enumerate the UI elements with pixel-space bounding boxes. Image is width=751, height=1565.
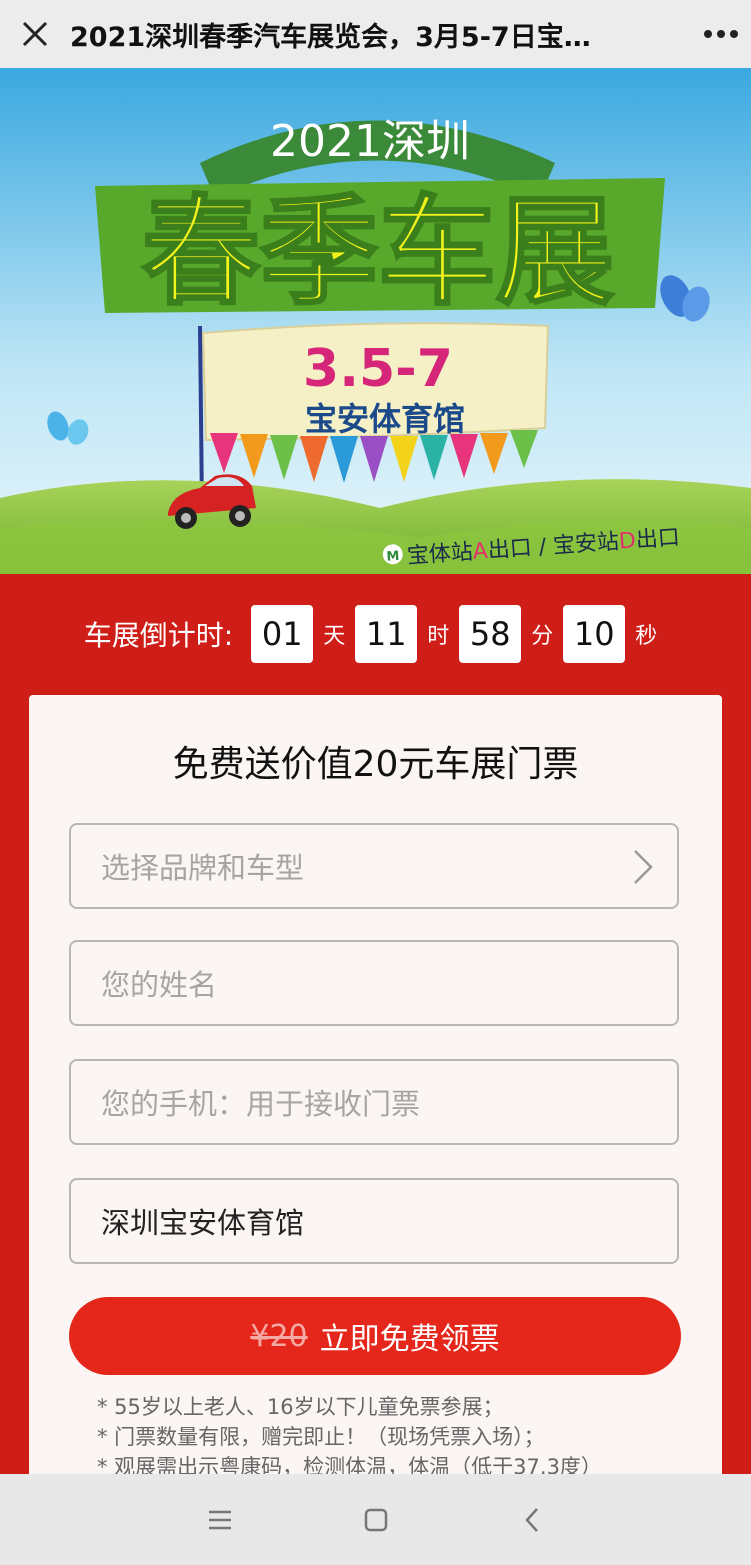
page-title: 2021深圳春季汽车展览会，3月5-7日宝… <box>70 21 591 53</box>
seconds-unit: 秒 <box>635 624 658 649</box>
form-title: 免费送价值20元车展门票 <box>172 744 579 785</box>
phone-input[interactable]: 您的手机：用于接收门票 <box>69 1059 679 1145</box>
menu-button[interactable] <box>142 1474 298 1565</box>
venue-field[interactable]: 深圳宝安体育馆 <box>69 1178 679 1264</box>
countdown-hours: 11 <box>355 605 418 663</box>
event-banner: 2021深圳 春季车展 3.5-7 宝安体育馆 M 宝体站A出口 / 宝安站D出… <box>0 68 751 574</box>
brand-model-select[interactable]: 选择品牌和车型 <box>69 823 679 909</box>
phone-placeholder: 您的手机：用于接收门票 <box>101 1087 421 1121</box>
chevron-right-icon <box>634 850 653 884</box>
venue-value: 深圳宝安体育馆 <box>101 1206 305 1240</box>
back-button[interactable] <box>454 1474 610 1565</box>
more-icon <box>704 30 738 38</box>
banner-main-text: 春季车展 <box>142 183 614 321</box>
claim-ticket-button[interactable]: ¥20 立即免费领票 <box>69 1297 681 1375</box>
close-button[interactable] <box>0 0 70 68</box>
brand-select-placeholder: 选择品牌和车型 <box>101 851 305 885</box>
ticket-form-card: 免费送价值20元车展门票 选择品牌和车型 您的姓名 您的手机：用于接收门票 深圳… <box>29 695 722 1485</box>
countdown-label: 车展倒计时: <box>83 619 234 652</box>
menu-icon <box>208 1510 231 1529</box>
flag-pole <box>198 325 204 509</box>
days-unit: 天 <box>323 624 346 649</box>
top-bar: 2021深圳春季汽车展览会，3月5-7日宝… <box>0 0 751 68</box>
svg-text:M: M <box>386 549 400 565</box>
note-line: * 55岁以上老人、16岁以下儿童免票参展； <box>97 1395 504 1419</box>
name-input[interactable]: 您的姓名 <box>69 940 679 1026</box>
system-nav-bar <box>0 1474 751 1565</box>
more-button[interactable] <box>691 0 751 68</box>
claim-label: 立即免费领票 <box>319 1322 500 1357</box>
close-icon <box>22 21 48 47</box>
home-button[interactable] <box>298 1474 454 1565</box>
banner-date: 3.5-7 <box>303 339 453 399</box>
banner-venue: 宝安体育馆 <box>305 400 465 438</box>
note-line: * 门票数量有限，赠完即止！（现场凭票入场）； <box>97 1425 545 1449</box>
countdown-days: 01 <box>251 605 314 663</box>
home-icon <box>364 1508 387 1531</box>
countdown-bar: 车展倒计时: 01 天 11 时 58 分 10 秒 <box>0 574 751 694</box>
minutes-unit: 分 <box>531 624 554 649</box>
ticket-notes: * 55岁以上老人、16岁以下儿童免票参展； * 门票数量有限，赠完即止！（现场… <box>97 1392 677 1482</box>
back-icon <box>524 1507 538 1532</box>
hours-unit: 时 <box>427 624 450 649</box>
original-price: ¥20 <box>250 1318 308 1354</box>
name-placeholder: 您的姓名 <box>101 968 218 1002</box>
countdown-seconds: 10 <box>563 605 626 663</box>
banner-top-text: 2021深圳 <box>270 116 470 167</box>
countdown-minutes: 58 <box>459 605 522 663</box>
